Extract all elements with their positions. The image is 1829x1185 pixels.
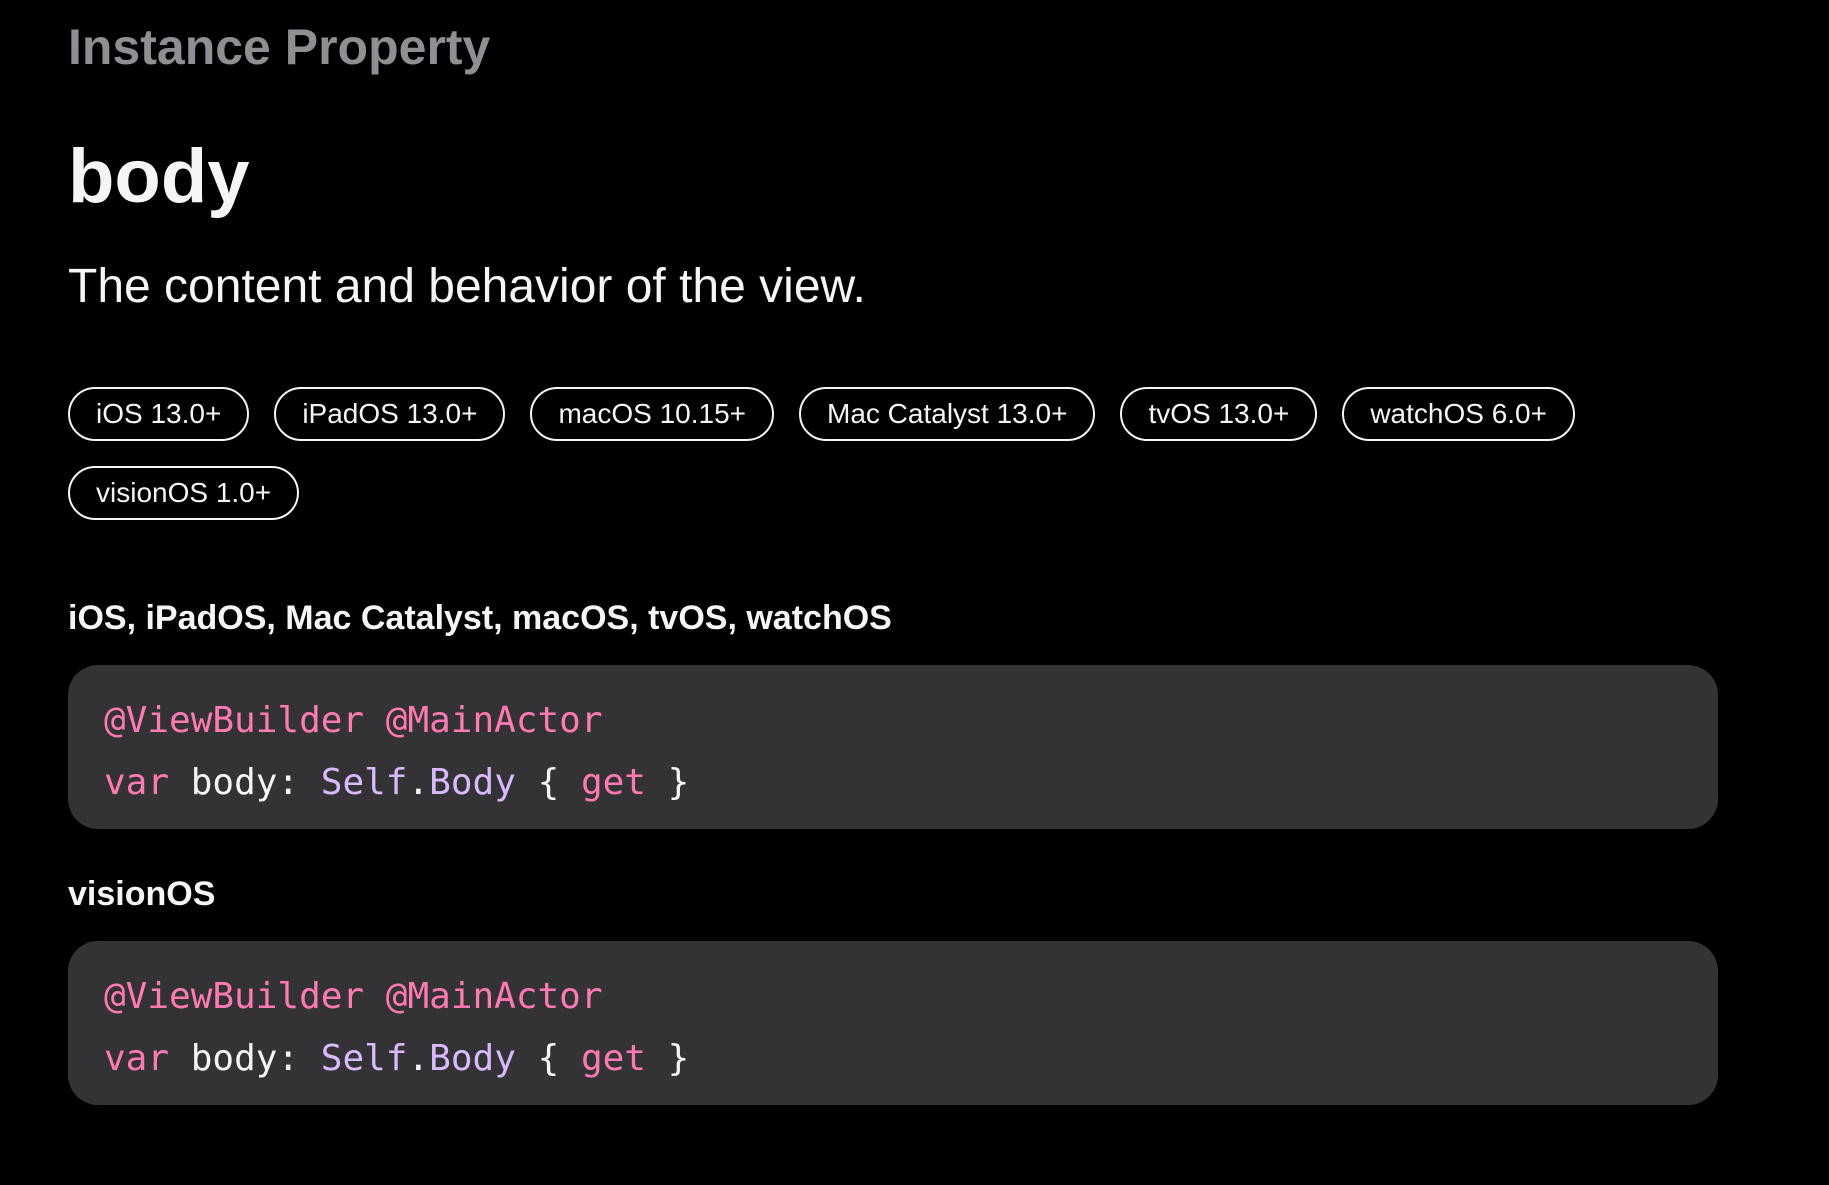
code-attribute[interactable]: @MainActor [386,700,603,741]
code-type-link[interactable]: Body [429,762,516,803]
abstract-text: The content and behavior of the view. [68,260,866,313]
code-punctuation: } [667,762,690,803]
declaration-platforms-label: iOS, iPadOS, Mac Catalyst, macOS, tvOS, … [68,599,892,637]
availability-badges: iOS 13.0+ iPadOS 13.0+ macOS 10.15+ Mac … [68,387,1728,520]
declaration-code-block[interactable]: @ViewBuilder @MainActor var body: Self.B… [68,665,1718,829]
availability-badge-macos: macOS 10.15+ [530,387,774,441]
code-keyword: var [104,1038,170,1079]
code-punctuation: . [407,762,430,803]
code-attribute[interactable]: @ViewBuilder [104,700,364,741]
code-punctuation: { [537,1038,560,1079]
page-title: body [68,134,250,219]
code-type-link[interactable]: Self [321,1038,408,1079]
code-line-declaration: var body: Self.Body { get } [104,1028,1682,1090]
availability-badge-visionos: visionOS 1.0+ [68,466,300,520]
code-keyword: get [580,1038,646,1079]
code-attribute[interactable]: @MainActor [386,976,603,1017]
code-punctuation: . [407,1038,430,1079]
availability-badge-ipados: iPadOS 13.0+ [274,387,506,441]
code-punctuation: } [667,1038,690,1079]
code-attribute[interactable]: @ViewBuilder [104,976,364,1017]
code-line-attributes: @ViewBuilder @MainActor [104,690,1682,752]
code-keyword: get [580,762,646,803]
availability-badge-mac-catalyst: Mac Catalyst 13.0+ [799,387,1096,441]
code-line-declaration: var body: Self.Body { get } [104,752,1682,814]
symbol-kind-eyebrow: Instance Property [68,19,491,75]
availability-badge-tvos: tvOS 13.0+ [1120,387,1318,441]
code-identifier: body: [190,762,300,803]
availability-badge-ios: iOS 13.0+ [68,387,250,441]
code-type-link[interactable]: Body [429,1038,516,1079]
code-line-attributes: @ViewBuilder @MainActor [104,966,1682,1028]
code-punctuation: { [537,762,560,803]
code-keyword: var [104,762,170,803]
availability-badge-watchos: watchOS 6.0+ [1342,387,1575,441]
code-identifier: body: [190,1038,300,1079]
declaration-code-block[interactable]: @ViewBuilder @MainActor var body: Self.B… [68,941,1718,1105]
code-type-link[interactable]: Self [321,762,408,803]
declaration-platforms-label: visionOS [68,875,216,913]
